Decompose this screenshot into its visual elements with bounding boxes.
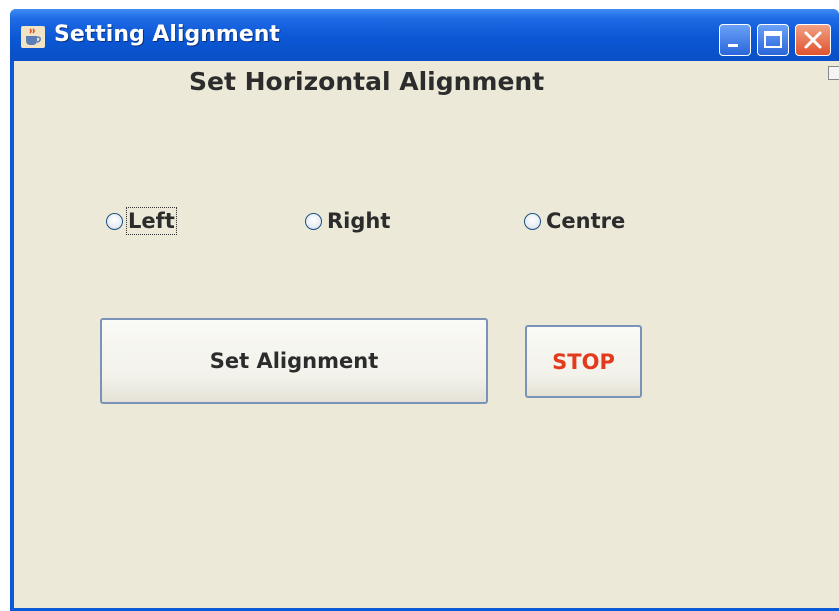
radio-left-label: Left	[126, 207, 177, 235]
set-alignment-button[interactable]: Set Alignment	[100, 318, 488, 404]
radio-circle-icon	[106, 212, 123, 230]
close-button[interactable]	[795, 24, 831, 56]
radio-right-label: Right	[327, 209, 391, 233]
minimize-button[interactable]	[719, 24, 751, 56]
close-icon	[804, 31, 822, 49]
java-cup-icon	[21, 26, 45, 48]
page-title: Set Horizontal Alignment	[189, 67, 545, 96]
radio-circle-icon	[524, 212, 541, 230]
radio-right[interactable]: Right	[305, 205, 390, 237]
content-pane: Set Horizontal Alignment Left Right Cent…	[14, 61, 839, 608]
radio-centre[interactable]: Centre	[524, 205, 625, 237]
minimize-icon	[728, 44, 738, 47]
maximize-icon	[764, 31, 782, 48]
resize-corner-icon	[828, 66, 839, 80]
window-title: Setting Alignment	[54, 22, 280, 47]
app-window: Setting Alignment Set Horizontal Alignme…	[10, 9, 839, 611]
radio-left[interactable]: Left	[106, 205, 177, 237]
stop-button[interactable]: STOP	[525, 325, 642, 398]
title-bar[interactable]: Setting Alignment	[10, 9, 839, 61]
radio-circle-icon	[305, 212, 322, 230]
radio-centre-label: Centre	[546, 209, 626, 233]
maximize-button[interactable]	[757, 24, 789, 56]
